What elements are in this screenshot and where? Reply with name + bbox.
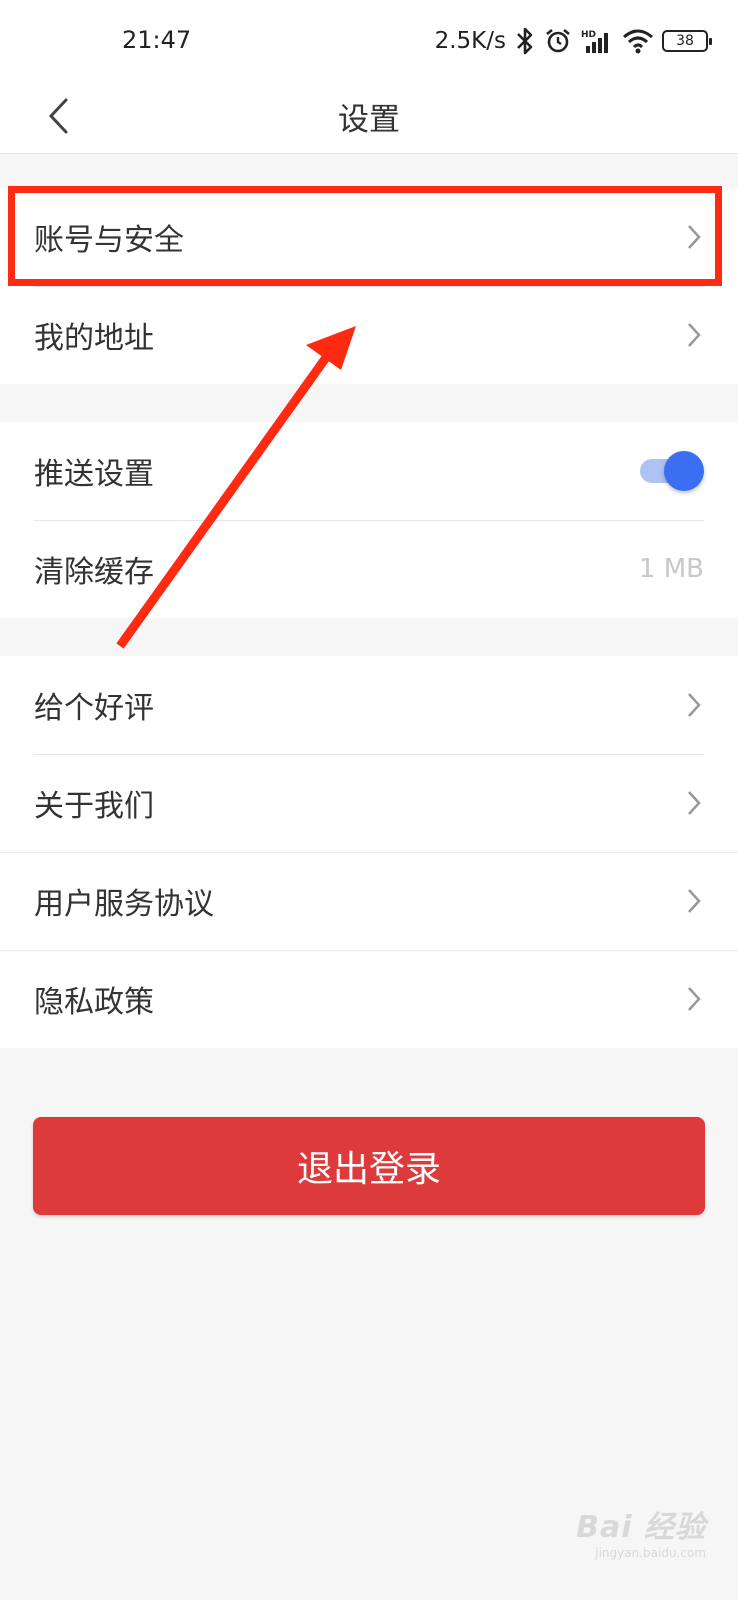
watermark-url: jingyan.baidu.com <box>595 1546 706 1560</box>
hd-signal-icon: HD <box>581 30 608 53</box>
logout-button[interactable]: 退出登录 <box>33 1117 705 1215</box>
page-title: 设置 <box>338 102 400 138</box>
settings-row-my-address[interactable]: 我的地址 <box>0 286 738 384</box>
settings-screen: 21:47 2.5K/s HD 38 设置 账号与安全 我的地址 推送设置 清除… <box>0 0 738 1600</box>
row-label: 我的地址 <box>34 321 154 356</box>
svg-text:HD: HD <box>581 30 596 40</box>
settings-row-push: 推送设置 <box>0 422 738 520</box>
row-label: 给个好评 <box>34 691 154 726</box>
bluetooth-icon <box>517 27 533 55</box>
network-speed: 2.5K/s <box>434 28 506 54</box>
watermark: Bai 经验 jingyan.baidu.com <box>576 1502 706 1560</box>
row-label: 清除缓存 <box>34 555 154 590</box>
row-label: 推送设置 <box>34 457 154 492</box>
toggle-knob <box>664 451 704 491</box>
preferences-group: 推送设置 清除缓存 1 MB <box>0 422 738 618</box>
row-label: 关于我们 <box>34 789 154 824</box>
annotation-highlight-box <box>8 186 722 286</box>
chevron-right-icon <box>684 886 704 916</box>
nav-header: 设置 <box>0 78 738 154</box>
status-bar: 21:47 2.5K/s HD 38 <box>0 0 738 78</box>
watermark-logo: Bai 经验 <box>576 1510 706 1545</box>
push-toggle[interactable] <box>640 451 704 491</box>
alarm-icon <box>546 28 570 53</box>
wifi-icon <box>623 29 653 54</box>
settings-row-rate[interactable]: 给个好评 <box>0 656 738 754</box>
chevron-right-icon <box>684 788 704 818</box>
chevron-right-icon <box>684 320 704 350</box>
cache-size-value: 1 MB <box>638 554 704 584</box>
settings-row-user-agreement[interactable]: 用户服务协议 <box>0 852 738 950</box>
settings-row-about-us[interactable]: 关于我们 <box>0 754 738 852</box>
battery-icon: 38 <box>662 30 712 52</box>
status-time: 21:47 <box>122 26 192 54</box>
settings-row-privacy-policy[interactable]: 隐私政策 <box>0 950 738 1048</box>
row-label: 用户服务协议 <box>34 887 214 922</box>
chevron-right-icon <box>684 984 704 1014</box>
about-group: 给个好评 关于我们 用户服务协议 隐私政策 <box>0 656 738 1048</box>
row-label: 隐私政策 <box>34 985 154 1020</box>
chevron-right-icon <box>684 690 704 720</box>
status-icons: 2.5K/s HD 38 <box>434 24 712 58</box>
settings-row-clear-cache[interactable]: 清除缓存 1 MB <box>0 520 738 618</box>
